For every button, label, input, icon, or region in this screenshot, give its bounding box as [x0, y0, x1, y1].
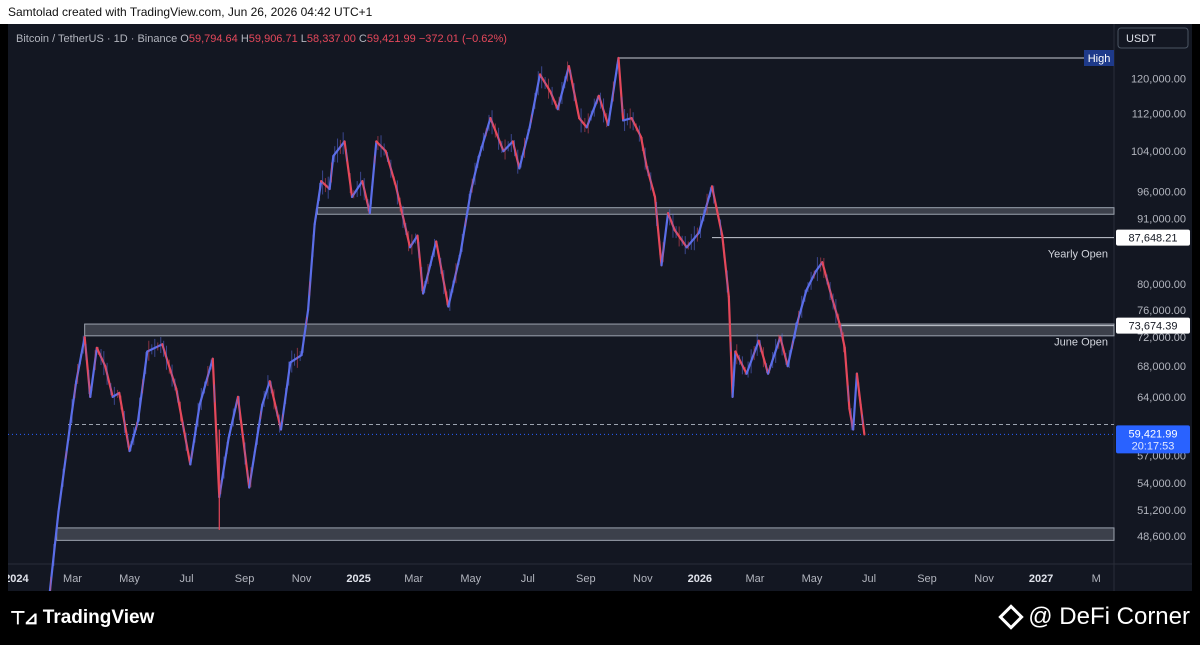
- x-tick-label: Jul: [521, 573, 535, 585]
- price-segment: [653, 195, 663, 267]
- y-tick-label: 91,000.00: [1137, 214, 1186, 226]
- x-tick-label: Sep: [235, 573, 255, 585]
- ohlc-legend: Bitcoin / TetherUS · 1D · Binance O59,79…: [16, 33, 507, 45]
- level-caption: June Open: [1054, 337, 1108, 349]
- price-segment: [578, 117, 588, 129]
- price-segment: [261, 380, 271, 406]
- price-segment: [89, 346, 98, 398]
- price-segment: [104, 365, 114, 398]
- y-tick-label: 48,600.00: [1137, 531, 1186, 543]
- footer-bar: ⊤⊿ TradingView @ DeFi Corner: [0, 591, 1200, 645]
- price-segment: [69, 380, 78, 423]
- x-tick-label: Nov: [974, 573, 994, 585]
- x-tick-label: Sep: [576, 573, 596, 585]
- credit-text: @ DeFi Corner: [1028, 603, 1190, 630]
- legend-symbol: Bitcoin / TetherUS · 1D · Binance: [16, 33, 180, 45]
- level-price-label: 87,648.21: [1129, 233, 1178, 245]
- price-segment: [307, 223, 316, 311]
- x-tick-label: Mar: [404, 573, 423, 585]
- last-price-countdown: 20:17:53: [1132, 440, 1175, 452]
- credit-badge: @ DeFi Corner: [998, 603, 1190, 631]
- y-tick-label: 112,000.00: [1132, 109, 1186, 121]
- price-segment: [313, 180, 323, 226]
- y-tick-label: 72,000.00: [1137, 332, 1186, 344]
- price-segment: [660, 212, 670, 267]
- price-segment: [83, 336, 92, 398]
- y-tick-label: 104,000.00: [1131, 146, 1186, 158]
- binance-diamond-icon: [998, 604, 1024, 630]
- high-label: High: [1088, 53, 1111, 65]
- x-tick-label: 2025: [346, 573, 370, 585]
- price-segment: [549, 90, 559, 111]
- x-tick-label: 2026: [688, 573, 712, 585]
- legend-low: 58,337.00: [307, 33, 359, 45]
- x-tick-label: May: [460, 573, 481, 585]
- x-tick-label: Mar: [63, 573, 82, 585]
- price-segment: [779, 336, 789, 368]
- legend-high: 59,906.71: [249, 33, 301, 45]
- price-segment: [343, 140, 354, 199]
- price-segment: [511, 140, 521, 170]
- attribution-bar: Samtolad created with TradingView.com, J…: [0, 0, 1200, 24]
- price-segment: [408, 234, 419, 249]
- x-tick-label: Mar: [746, 573, 765, 585]
- currency-label[interactable]: USDT: [1126, 33, 1156, 45]
- x-tick-label: Nov: [633, 573, 653, 585]
- y-tick-label: 120,000.00: [1131, 74, 1186, 86]
- sr-zone-3: [56, 527, 1115, 541]
- legend-open: 59,794.64: [189, 33, 241, 45]
- legend-h-label: H: [241, 33, 249, 45]
- legend-change: −372.01 (−0.62%): [419, 33, 507, 45]
- price-segment: [666, 212, 676, 232]
- price-segment: [814, 261, 824, 273]
- last-price-label: 59,421.99: [1129, 428, 1178, 440]
- attribution-text: Samtolad created with TradingView.com, J…: [8, 5, 373, 19]
- y-tick-label: 96,000.00: [1137, 187, 1186, 199]
- price-segment: [211, 357, 221, 499]
- x-tick-label: M: [1092, 573, 1101, 585]
- x-tick-label: Nov: [292, 573, 312, 585]
- chart-panel[interactable]: 48,600.00 51,200.00 54,000.00 57,000.00 64,0…: [8, 24, 1192, 591]
- x-tick-label: May: [119, 573, 140, 585]
- price-segment: [639, 135, 648, 168]
- tradingview-mark-icon: ⊤⊿: [10, 607, 39, 628]
- legend-c-label: C: [359, 33, 367, 45]
- x-tick-label: May: [802, 573, 823, 585]
- price-segment: [721, 234, 730, 298]
- tradingview-logo-text: TradingView: [42, 607, 155, 628]
- x-tick-label: Sep: [917, 573, 937, 585]
- y-tick-label: 54,000.00: [1137, 478, 1186, 490]
- x-tick-label: 2027: [1029, 573, 1053, 585]
- price-segment: [368, 140, 378, 215]
- tradingview-logo[interactable]: ⊤⊿ TradingView: [10, 607, 154, 629]
- price-segment: [416, 234, 425, 295]
- y-tick-label: 80,000.00: [1137, 279, 1186, 291]
- y-tick-label: 76,000.00: [1137, 305, 1186, 317]
- y-tick-label: 64,000.00: [1137, 392, 1186, 404]
- level-price-label: 73,674.39: [1129, 321, 1178, 333]
- x-tick-label: Jul: [862, 573, 876, 585]
- legend-close: 59,421.99: [367, 33, 419, 45]
- x-tick-label: Jul: [180, 573, 194, 585]
- y-tick-label: 68,000.00: [1137, 361, 1186, 373]
- x-tick-label: 2024: [8, 573, 30, 585]
- y-tick-label: 51,200.00: [1137, 505, 1186, 517]
- price-chart[interactable]: 48,600.0051,200.0054,000.0057,000.0064,0…: [8, 24, 1192, 591]
- level-caption: Yearly Open: [1048, 249, 1108, 261]
